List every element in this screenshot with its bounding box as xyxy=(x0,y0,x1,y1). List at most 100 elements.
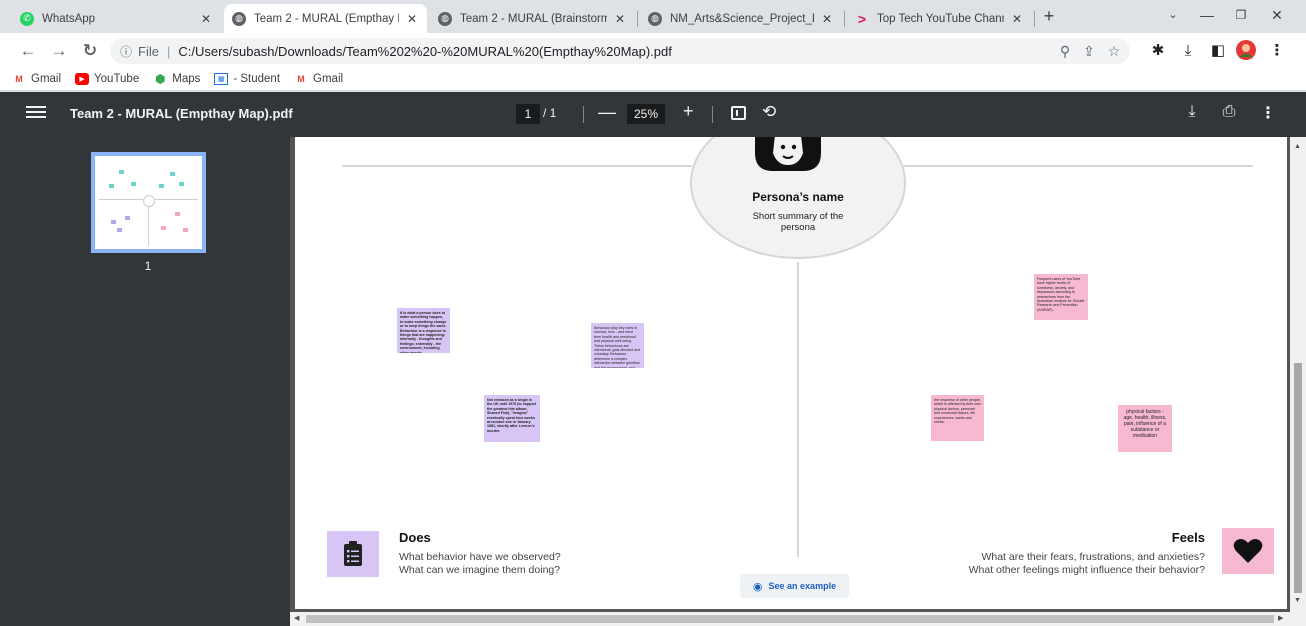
bookmark-gmail[interactable]: M Gmail xyxy=(12,73,61,85)
scroll-right-arrow-icon[interactable]: ▶ xyxy=(1278,614,1283,622)
more-actions-icon[interactable]: ⋮ xyxy=(1258,103,1278,123)
tab-mural-brainstorms[interactable]: ◍ Team 2 - MURAL (Brainstorms ✕ xyxy=(430,4,635,33)
thumbnail-sidebar: 1 xyxy=(0,137,290,626)
zoom-icon[interactable]: ⚲ xyxy=(1054,38,1076,64)
profile-avatar[interactable] xyxy=(1234,39,1258,63)
bookmark-label: Maps xyxy=(172,73,201,85)
youtube-icon: ▶ xyxy=(75,73,90,85)
toolbar-divider xyxy=(583,106,584,123)
close-tab-icon[interactable]: ✕ xyxy=(613,12,627,26)
sticky-note: Frequent users of YouTube have higher le… xyxy=(1034,274,1088,320)
chevron-icon: > xyxy=(857,10,867,27)
address-bar[interactable]: ⓘ File | C:/Users/subash/Downloads/Team%… xyxy=(110,38,1130,64)
whatsapp-icon: ✆ xyxy=(20,11,34,26)
thumbnail-sticky xyxy=(161,226,166,230)
fit-page-icon[interactable] xyxy=(731,106,746,120)
download-icon[interactable]: ⤓ xyxy=(1182,103,1202,121)
feels-title: Feels xyxy=(1171,530,1205,545)
bookmark-label: YouTube xyxy=(94,73,140,85)
downloads-icon[interactable]: ⤓ xyxy=(1176,39,1200,63)
globe-icon: ◍ xyxy=(232,11,246,26)
bookmark-label: Gmail xyxy=(31,73,62,85)
scheme-separator: | xyxy=(166,43,171,59)
tab-whatsapp[interactable]: ✆ WhatsApp ✕ xyxy=(12,4,221,33)
tab-search-icon[interactable]: ⌄ xyxy=(1158,4,1188,26)
tab-project-doc[interactable]: ◍ NM_Arts&Science_Project_Doc ✕ xyxy=(640,4,842,33)
thumbnail-sticky xyxy=(125,216,130,220)
scroll-down-arrow-icon[interactable]: ▼ xyxy=(1294,597,1301,604)
vertical-scroll-thumb[interactable] xyxy=(1294,363,1302,593)
page-thumbnail[interactable] xyxy=(91,152,206,253)
close-tab-icon[interactable]: ✕ xyxy=(405,12,419,26)
pdf-title: Team 2 - MURAL (Empthay Map).pdf xyxy=(70,106,293,121)
globe-icon: ◍ xyxy=(648,11,662,26)
bookmark-star-icon[interactable]: ☆ xyxy=(1103,38,1125,64)
share-icon[interactable]: ⇪ xyxy=(1078,38,1100,64)
persona-face-icon xyxy=(755,137,821,171)
close-tab-icon[interactable]: ✕ xyxy=(820,12,834,26)
rotate-icon[interactable]: ⟲ xyxy=(762,102,776,122)
thumbnail-sticky xyxy=(175,212,180,216)
close-tab-icon[interactable]: ✕ xyxy=(199,12,213,26)
new-tab-button[interactable]: + xyxy=(1037,6,1061,27)
thumbnail-sticky xyxy=(117,228,122,232)
zoom-out-button[interactable]: — xyxy=(598,102,616,123)
bookmark-label: - Student xyxy=(233,73,281,85)
sticky-note: Not released as a single in the UK until… xyxy=(484,395,540,442)
scroll-up-arrow-icon[interactable]: ▲ xyxy=(1294,143,1301,150)
feels-question-2: What other feelings might influence thei… xyxy=(968,564,1205,576)
gmail-icon: M xyxy=(15,74,23,84)
reload-button[interactable]: ↻ xyxy=(78,39,102,63)
thumbnail-sticky xyxy=(183,228,188,232)
restore-button[interactable]: ❐ xyxy=(1226,4,1256,26)
scroll-left-arrow-icon[interactable]: ◀ xyxy=(294,614,299,622)
globe-icon: ◍ xyxy=(438,11,452,26)
tab-title: Team 2 - MURAL (Brainstorms xyxy=(460,12,607,25)
close-tab-icon[interactable]: ✕ xyxy=(1010,12,1024,26)
hamburger-menu-icon[interactable] xyxy=(26,103,46,123)
divider-line xyxy=(903,165,1253,167)
pdf-toolbar: Team 2 - MURAL (Empthay Map).pdf 1 / 1 —… xyxy=(0,92,1306,137)
zoom-in-button[interactable]: + xyxy=(683,101,694,122)
zoom-input[interactable]: 25% xyxy=(627,104,665,124)
pdf-viewer[interactable]: Persona’s name Short summary of the pers… xyxy=(290,137,1290,612)
bookmark-youtube[interactable]: ▶ YouTube xyxy=(75,73,139,85)
horizontal-scrollbar[interactable]: ◀ ▶ xyxy=(290,612,1290,626)
thumbnail-line xyxy=(148,206,149,246)
thumbnail-sticky xyxy=(111,220,116,224)
extensions-icon[interactable]: ✱ xyxy=(1146,39,1170,63)
browser-toolbar: ← → ↻ ⓘ File | C:/Users/subash/Downloads… xyxy=(0,33,1306,68)
vertical-scrollbar[interactable]: ▲ ▼ xyxy=(1290,137,1306,626)
minimize-button[interactable]: — xyxy=(1192,4,1222,26)
forward-button[interactable]: → xyxy=(47,39,71,63)
print-icon[interactable]: ⎙ xyxy=(1219,103,1239,121)
see-example-button[interactable]: ◉ See an example xyxy=(740,574,849,598)
bookmark-student[interactable]: ▦ - Student xyxy=(214,73,280,85)
horizontal-scroll-thumb[interactable] xyxy=(306,615,1274,623)
pdf-page: Persona’s name Short summary of the pers… xyxy=(295,137,1287,609)
page-total: / 1 xyxy=(543,106,557,120)
does-title: Does xyxy=(399,530,431,545)
side-panel-icon[interactable]: ◧ xyxy=(1206,39,1230,63)
browser-menu-icon[interactable]: ⋮ xyxy=(1265,39,1289,63)
close-window-button[interactable]: ✕ xyxy=(1262,4,1292,26)
feels-question-1: What are their fears, frustrations, and … xyxy=(981,551,1205,563)
thumbnail-sticky xyxy=(131,182,136,186)
thumbnail-page-number: 1 xyxy=(144,259,152,273)
url-text[interactable]: C:/Users/subash/Downloads/Team%202%20-%2… xyxy=(178,44,672,59)
bookmark-gmail-2[interactable]: M Gmail xyxy=(294,73,343,85)
thumbnail-sticky xyxy=(109,184,114,188)
tab-youtube-channels[interactable]: > Top Tech YouTube Channels fo ✕ xyxy=(847,4,1032,33)
info-icon[interactable]: ⓘ xyxy=(120,43,132,60)
thumbnail-sticky xyxy=(179,182,184,186)
page-number-input[interactable]: 1 xyxy=(516,104,540,124)
tab-title: Team 2 - MURAL (Empthay Ma xyxy=(254,12,399,25)
tab-title: Top Tech YouTube Channels fo xyxy=(877,12,1004,25)
bookmark-maps[interactable]: ⬢ Maps xyxy=(153,72,201,86)
thumbnail-sticky xyxy=(170,172,175,176)
tab-title: NM_Arts&Science_Project_Doc xyxy=(670,12,814,25)
toolbar-divider xyxy=(712,106,713,123)
tab-mural-empathy[interactable]: ◍ Team 2 - MURAL (Empthay Ma ✕ xyxy=(224,4,427,33)
back-button[interactable]: ← xyxy=(16,39,40,63)
thumbnail-sticky xyxy=(119,170,124,174)
